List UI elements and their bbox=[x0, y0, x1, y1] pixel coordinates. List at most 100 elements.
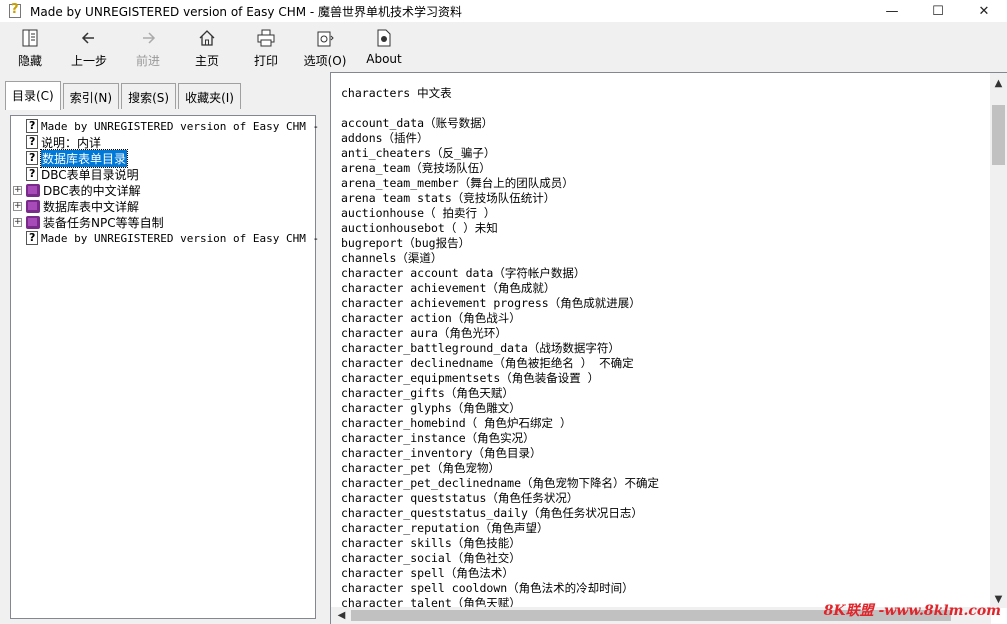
content-body: characters 中文表 account_data（账号数据） addons… bbox=[341, 86, 981, 611]
tree-item[interactable]: ? DBC表单目录说明 bbox=[26, 166, 139, 182]
tree-item-label: DBC表单目录说明 bbox=[41, 167, 139, 182]
home-button[interactable]: 主页 bbox=[178, 22, 236, 70]
list-item: auctionhouse（ 拍卖行 ） bbox=[341, 206, 496, 220]
list-item: account_data（账号数据） bbox=[341, 116, 494, 130]
tree-folder[interactable]: + DBC表的中文详解 bbox=[13, 182, 141, 198]
tab-contents[interactable]: 目录(C) bbox=[5, 81, 61, 110]
minimize-button[interactable]: — bbox=[869, 0, 915, 22]
help-page-icon: ? bbox=[26, 167, 38, 181]
options-button[interactable]: 选项(O) bbox=[296, 22, 354, 70]
pane-splitter[interactable] bbox=[325, 70, 329, 624]
tree-item-label: 数据库表单目录 bbox=[39, 148, 129, 168]
tree-item-label: Made by UNREGISTERED version of Easy CHM… bbox=[41, 231, 320, 245]
forward-label: 前进 bbox=[135, 54, 160, 68]
list-item: character_instance（角色实况） bbox=[341, 431, 535, 445]
help-page-icon: ? bbox=[26, 231, 38, 245]
table-list: account_data（账号数据） addons（插件） anti_cheat… bbox=[341, 116, 981, 611]
tree-item-label: DBC表的中文详解 bbox=[43, 183, 141, 198]
list-item: anti_cheaters（反_骗子） bbox=[341, 146, 496, 160]
list-item: auctionhousebot（ ）未知 bbox=[341, 221, 498, 235]
expand-toggle[interactable]: + bbox=[13, 201, 22, 211]
list-item: arena_team（竞技场队伍） bbox=[341, 161, 491, 175]
list-item: arena team stats（竞技场队伍统计） bbox=[341, 191, 556, 205]
list-item: character declinedname（角色被拒绝名 ） 不确定 bbox=[341, 356, 634, 370]
watermark-logo: 8K联盟 -www.8klm.com bbox=[823, 603, 1001, 619]
list-item: character spell cooldown（角色法术的冷却时间） bbox=[341, 581, 634, 595]
list-item: character_reputation（角色声望） bbox=[341, 521, 549, 535]
content-pane: characters 中文表 account_data（账号数据） addons… bbox=[330, 72, 1007, 624]
contents-tree[interactable]: ? Made by UNREGISTERED version of Easy C… bbox=[10, 115, 319, 619]
list-item: character achievement progress（角色成就进展） bbox=[341, 296, 641, 310]
tree-item[interactable]: ? Made by UNREGISTERED version of Easy C… bbox=[26, 230, 319, 246]
tree-folder[interactable]: + 装备任务NPC等等自制 bbox=[13, 214, 164, 230]
expand-toggle[interactable]: + bbox=[13, 217, 22, 227]
window-controls: — ☐ ✕ bbox=[869, 0, 1007, 22]
navigation-tabs: 目录(C) 索引(N) 搜索(S) 收藏夹(I) bbox=[5, 81, 243, 110]
book-icon bbox=[26, 215, 40, 229]
list-item: character_pet_declinedname（角色宠物下降名）不确定 bbox=[341, 476, 660, 490]
options-icon bbox=[313, 28, 337, 48]
tree-item-label: Made by UNREGISTERED version of Easy CHM… bbox=[41, 119, 320, 133]
back-button[interactable]: 上一步 bbox=[60, 22, 118, 70]
tree-item-selected[interactable]: ? 数据库表单目录 bbox=[26, 148, 129, 168]
tree-folder[interactable]: + 数据库表中文详解 bbox=[13, 198, 139, 214]
vertical-scroll-thumb[interactable] bbox=[992, 105, 1005, 165]
book-icon bbox=[26, 199, 40, 213]
back-label: 上一步 bbox=[70, 54, 107, 68]
hide-label: 隐藏 bbox=[17, 54, 42, 68]
close-button[interactable]: ✕ bbox=[961, 0, 1007, 22]
window-title: Made by UNREGISTERED version of Easy CHM… bbox=[30, 4, 463, 19]
title-bar: ? Made by UNREGISTERED version of Easy C… bbox=[0, 0, 1007, 22]
vertical-scrollbar[interactable]: ▲ ▼ bbox=[990, 73, 1007, 608]
printer-icon bbox=[254, 28, 278, 48]
maximize-button[interactable]: ☐ bbox=[915, 0, 961, 22]
scroll-up-icon[interactable]: ▲ bbox=[990, 75, 1007, 92]
tab-favorites[interactable]: 收藏夹(I) bbox=[178, 83, 241, 109]
tree-item-label: 说明：内详 bbox=[41, 135, 102, 150]
list-item: character_homebind（ 角色炉石绑定 ） bbox=[341, 416, 572, 430]
tree-item-label: 数据库表中文详解 bbox=[43, 199, 140, 214]
help-page-icon: ? bbox=[26, 135, 38, 149]
hide-button[interactable]: 隐藏 bbox=[0, 22, 60, 70]
navigation-pane: 目录(C) 索引(N) 搜索(S) 收藏夹(I) ? Made by UNREG… bbox=[3, 73, 323, 624]
tab-index[interactable]: 索引(N) bbox=[62, 83, 120, 109]
forward-arrow-icon bbox=[136, 28, 160, 48]
list-item: character aura（角色光环） bbox=[341, 326, 507, 340]
tree-item[interactable]: ? Made by UNREGISTERED version of Easy C… bbox=[26, 118, 319, 134]
page-title: characters 中文表 bbox=[341, 86, 452, 100]
scroll-left-icon[interactable]: ◀ bbox=[333, 607, 350, 624]
list-item: channels（渠道） bbox=[341, 251, 443, 265]
chm-help-icon: ? bbox=[8, 2, 24, 19]
list-item: character_equipmentsets（角色装备设置 ） bbox=[341, 371, 600, 385]
tab-search[interactable]: 搜索(S) bbox=[121, 83, 177, 109]
options-label: 选项(O) bbox=[303, 54, 347, 68]
list-item: character achievement（角色成就） bbox=[341, 281, 556, 295]
home-label: 主页 bbox=[194, 54, 219, 68]
list-item: character glyphs（角色雕文） bbox=[341, 401, 521, 415]
list-item: character_pet（角色宠物） bbox=[341, 461, 501, 475]
list-item: character_social（角色社交） bbox=[341, 551, 521, 565]
list-item: character skills（角色技能） bbox=[341, 536, 521, 550]
list-item: addons（插件） bbox=[341, 131, 429, 145]
list-item: character account data（字符帐户数据） bbox=[341, 266, 586, 280]
list-item: character_queststatus_daily（角色任务状况日志） bbox=[341, 506, 643, 520]
toolbar: 隐藏 上一步 前进 主页 打印 选项(O) About bbox=[0, 22, 1007, 70]
print-button[interactable]: 打印 bbox=[236, 22, 296, 70]
about-button[interactable]: About bbox=[354, 22, 414, 70]
tree-item-label: 装备任务NPC等等自制 bbox=[43, 215, 164, 230]
hide-icon bbox=[18, 28, 42, 48]
forward-button[interactable]: 前进 bbox=[118, 22, 178, 70]
tree-item[interactable]: ? 说明：内详 bbox=[26, 134, 101, 150]
list-item: character queststatus（角色任务状况） bbox=[341, 491, 579, 505]
book-icon bbox=[26, 183, 40, 197]
list-item: character_battleground_data（战场数据字符） bbox=[341, 341, 620, 355]
back-arrow-icon bbox=[77, 28, 101, 48]
help-page-icon: ? bbox=[26, 151, 38, 165]
list-item: arena_team_member（舞台上的团队成员） bbox=[341, 176, 574, 190]
list-item: character action（角色战斗） bbox=[341, 311, 521, 325]
list-item: bugreport（bug报告） bbox=[341, 236, 471, 250]
print-label: 打印 bbox=[253, 54, 278, 68]
list-item: character_gifts（角色天赋） bbox=[341, 386, 514, 400]
help-page-icon: ? bbox=[26, 119, 38, 133]
expand-toggle[interactable]: + bbox=[13, 185, 22, 195]
